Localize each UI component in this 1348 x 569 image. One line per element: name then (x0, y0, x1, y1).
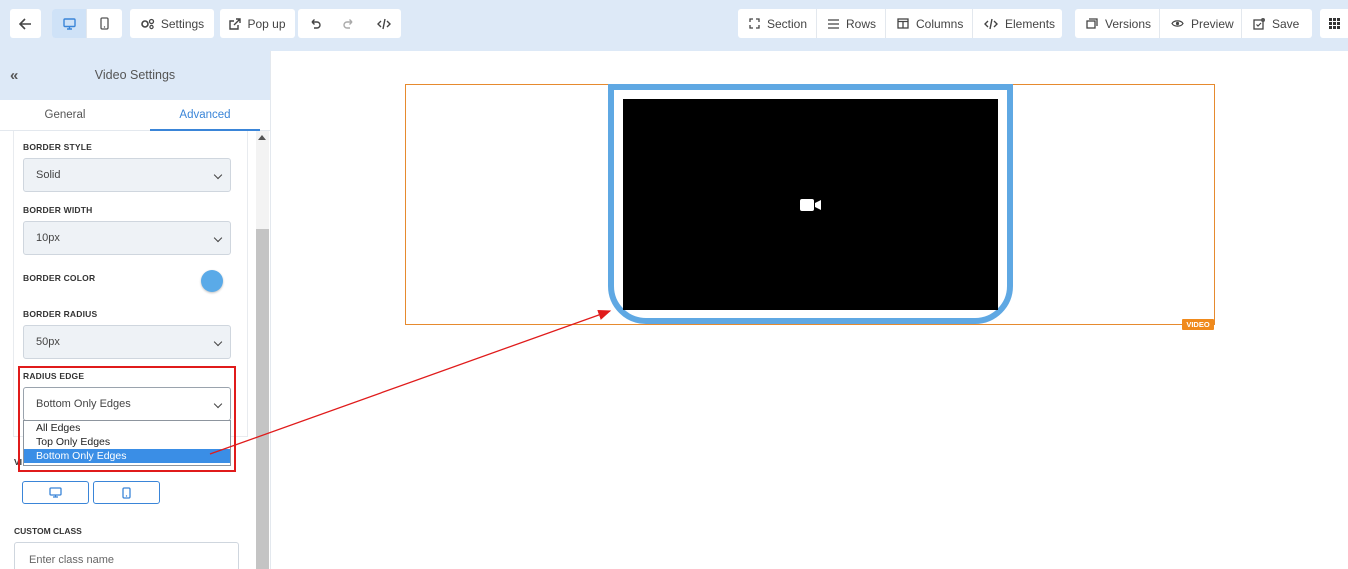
structure-group: Section Rows Columns Elements (738, 9, 1062, 38)
border-radius-label: BORDER RADIUS (23, 309, 98, 319)
visibility-desktop-button[interactable] (22, 481, 89, 504)
code-icon (984, 18, 998, 30)
desktop-icon (49, 487, 62, 498)
top-toolbar: Settings Pop up Section Rows Columns Ele… (0, 0, 1348, 51)
custom-class-input[interactable]: Enter class name (14, 542, 239, 569)
chevron-down-icon (213, 233, 223, 243)
sidebar-tabs: General Advanced (0, 100, 270, 131)
code-button[interactable] (366, 9, 401, 38)
grid-icon (1328, 18, 1340, 29)
chevron-down-icon (213, 337, 223, 347)
mobile-view-button[interactable] (87, 9, 122, 38)
publish-group: Versions Preview Save (1075, 9, 1312, 38)
section-button[interactable]: Section (738, 9, 817, 38)
external-link-icon (229, 17, 242, 30)
preview-label: Preview (1191, 16, 1234, 31)
video-element-tag: VIDEO (1182, 319, 1214, 330)
tab-advanced[interactable]: Advanced (150, 100, 260, 131)
settings-button[interactable]: Settings (130, 9, 214, 38)
scrollbar-thumb[interactable] (256, 229, 269, 569)
sidebar-header: « Video Settings (0, 51, 270, 100)
save-label: Save (1272, 16, 1300, 31)
arrow-left-icon (19, 17, 32, 30)
border-style-value: Solid (36, 169, 61, 181)
border-radius-value: 50px (36, 336, 60, 348)
border-radius-select[interactable]: 50px (23, 325, 231, 359)
mobile-icon (100, 17, 109, 30)
columns-button[interactable]: Columns (886, 9, 973, 38)
history-group (298, 9, 401, 38)
mobile-icon (122, 486, 131, 499)
video-camera-icon (800, 198, 822, 217)
rows-label: Rows (846, 16, 877, 31)
border-color-swatch[interactable] (201, 270, 223, 292)
sidebar-title: Video Settings (94, 68, 176, 82)
device-switcher (52, 9, 122, 38)
border-color-label: BORDER COLOR (23, 273, 96, 283)
custom-class-label: CUSTOM CLASS (14, 526, 82, 536)
chevron-down-icon (213, 170, 223, 180)
tab-general[interactable]: General (0, 100, 130, 131)
code-icon (376, 18, 391, 30)
columns-label: Columns (916, 16, 964, 31)
versions-label: Versions (1105, 16, 1152, 31)
redo-icon (343, 18, 355, 30)
rows-button[interactable]: Rows (817, 9, 886, 38)
undo-icon (309, 18, 321, 30)
border-width-label: BORDER WIDTH (23, 205, 93, 215)
versions-icon (1086, 18, 1098, 29)
save-icon (1253, 17, 1265, 30)
apps-button[interactable] (1320, 9, 1348, 38)
save-button[interactable]: Save (1242, 9, 1312, 38)
border-width-value: 10px (36, 232, 60, 244)
desktop-view-button[interactable] (52, 9, 87, 38)
versions-button[interactable]: Versions (1075, 9, 1160, 38)
border-style-select[interactable]: Solid (23, 158, 231, 192)
expand-icon (749, 18, 760, 29)
popup-label: Pop up (247, 16, 286, 31)
border-width-select[interactable]: 10px (23, 221, 231, 255)
visibility-mobile-button[interactable] (93, 481, 160, 504)
section-label: Section (767, 16, 808, 31)
columns-icon (897, 18, 909, 29)
elements-button[interactable]: Elements (973, 9, 1062, 38)
eye-icon (1171, 19, 1184, 28)
preview-button[interactable]: Preview (1160, 9, 1242, 38)
redo-button[interactable] (332, 9, 366, 38)
border-style-label: BORDER STYLE (23, 142, 92, 152)
desktop-icon (62, 17, 76, 30)
back-button[interactable] (10, 9, 41, 38)
sidebar-scrollbar[interactable] (256, 131, 269, 569)
elements-label: Elements (1005, 16, 1056, 31)
settings-label: Settings (160, 16, 205, 31)
popup-button[interactable]: Pop up (220, 9, 295, 38)
undo-button[interactable] (298, 9, 332, 38)
scroll-up-arrow-icon[interactable] (258, 135, 266, 140)
annotation-highlight-box (18, 366, 236, 472)
list-icon (828, 18, 839, 29)
gears-icon (140, 18, 155, 30)
